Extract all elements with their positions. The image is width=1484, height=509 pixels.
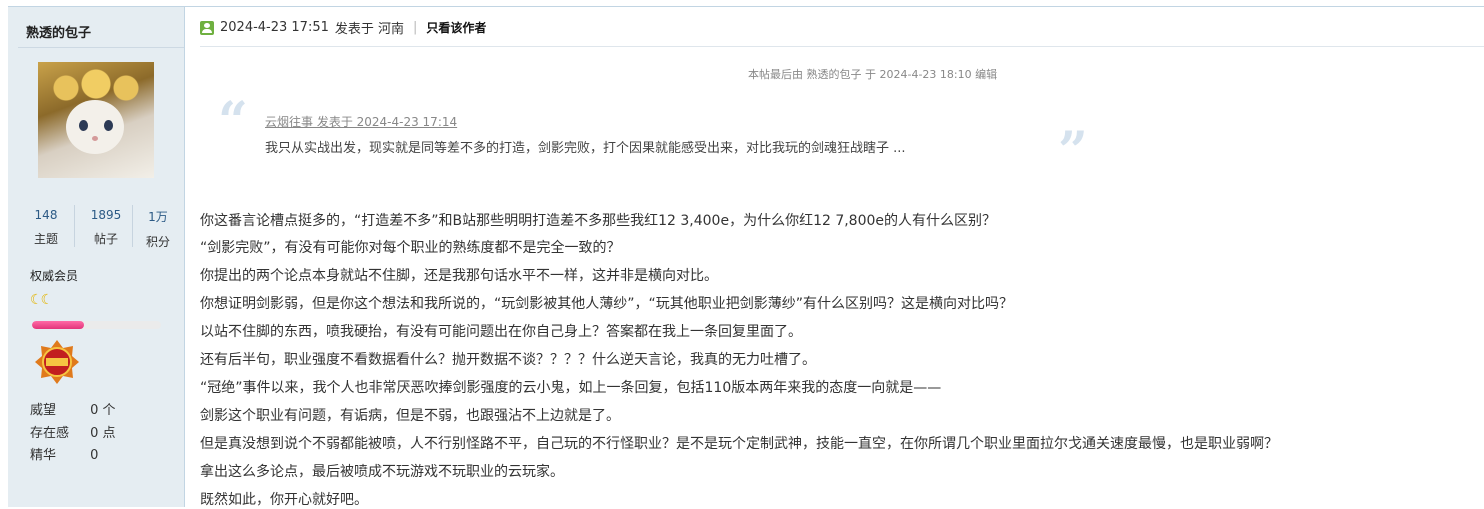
stat-threads-value: 148 xyxy=(34,208,58,222)
stat-threads-label: 主题 xyxy=(33,232,58,246)
post-line: 你这番言论槽点挺多的，“打造差不多”和B站那些明明打造差不多那些我红12 3,4… xyxy=(200,213,997,229)
info-digest-key: 精华 xyxy=(30,448,57,463)
info-digest-value: 0 xyxy=(90,448,99,463)
stat-divider xyxy=(74,205,75,247)
medal-icon[interactable] xyxy=(34,339,80,385)
post-location: 发表于 河南 xyxy=(334,22,405,37)
stat-posts-label: 帖子 xyxy=(93,232,118,246)
post-line: 你想证明剑影弱，但是你这个想法和我所说的，“玩剑影被其他人薄纱”，“玩其他职业把… xyxy=(200,296,1014,312)
quote-source-link[interactable]: 云烟往事 发表于 2024-4-23 17:14 xyxy=(265,113,457,130)
level-moons: ☾☾ xyxy=(30,292,53,308)
info-digest: 精华 0 xyxy=(30,444,98,463)
author-stats: 148 主题 1895 帖子 1万 积分 xyxy=(18,205,180,253)
post-line: 你提出的两个论点本身就站不住脚，还是我那句话水平不一样，这并非是横向对比。 xyxy=(200,268,718,284)
post-timestamp: 2024-4-23 17:51 xyxy=(220,20,329,35)
stat-posts[interactable]: 1895 帖子 xyxy=(80,205,132,253)
stat-threads[interactable]: 148 主题 xyxy=(20,205,72,253)
info-presence-value: 0 点 xyxy=(90,426,116,441)
info-prestige-key: 威望 xyxy=(30,403,57,418)
online-user-icon xyxy=(200,20,214,35)
top-border xyxy=(8,6,1484,7)
post-line: 但是真没想到说个不弱都能被喷，人不行别怪路不平，自己玩的不行怪职业？是不是玩个定… xyxy=(200,436,1278,452)
info-prestige-value: 0 个 xyxy=(90,403,116,418)
quote-open-icon: “ xyxy=(218,91,248,152)
header-divider xyxy=(200,46,1484,47)
info-presence: 存在感 0 点 xyxy=(30,422,116,441)
author-sidebar: 熟透的包子 148 主题 1895 帖子 1万 积分 权威会员 ☾☾ 威望 0 … xyxy=(8,7,185,507)
post-line: 拿出这么多论点，最后被喷成不玩游戏不玩职业的云玩家。 xyxy=(200,464,564,480)
edited-note: 本帖最后由 熟透的包子 于 2024-4-23 18:10 编辑 xyxy=(748,68,998,81)
user-group[interactable]: 权威会员 xyxy=(30,267,78,284)
author-name[interactable]: 熟透的包子 xyxy=(26,22,91,41)
divider xyxy=(18,47,184,48)
header-separator: | xyxy=(413,20,418,35)
post-line: 剑影这个职业有问题，有诟病，但是不弱，也跟强沾不上边就是了。 xyxy=(200,408,620,424)
stat-posts-value: 1895 xyxy=(90,208,122,222)
post-line: “冠绝”事件以来，我个人也非常厌恶吹捧剑影强度的云小鬼，如上一条回复，包括110… xyxy=(200,380,942,396)
stat-points[interactable]: 1万 积分 xyxy=(132,205,184,253)
post-line: 以站不住脚的东西，喷我硬抬，有没有可能问题出在你自己身上？答案都在我上一条回复里… xyxy=(200,324,802,340)
moon-icon: ☾ xyxy=(30,292,42,308)
stat-points-label: 积分 xyxy=(145,235,170,249)
avatar-eye-left xyxy=(79,120,88,131)
avatar[interactable] xyxy=(38,62,154,178)
post-line: “剑影完败”，有没有可能你对每个职业的熟练度都不是完全一致的？ xyxy=(200,240,621,256)
avatar-eye-right xyxy=(104,120,113,131)
avatar-face xyxy=(66,100,124,154)
stat-points-value: 1万 xyxy=(148,210,168,224)
post-line: 既然如此，你开心就好吧。 xyxy=(200,492,368,508)
avatar-nose xyxy=(92,136,98,141)
level-progress-bar xyxy=(32,321,161,329)
moon-icon: ☾ xyxy=(40,292,53,308)
info-presence-key: 存在感 xyxy=(30,426,70,441)
quote-close-icon: ” xyxy=(1058,121,1088,182)
info-prestige: 威望 0 个 xyxy=(30,399,116,418)
post-line: 还有后半句，职业强度不看数据看什么？抛开数据不谈？？？？什么逆天言论，我真的无力… xyxy=(200,352,816,368)
post-header: 2024-4-23 17:51 发表于 河南 | 只看该作者 xyxy=(200,18,486,37)
only-author-link[interactable]: 只看该作者 xyxy=(426,19,486,36)
quote-text: 我只从实战出发，现实就是同等差不多的打造，剑影完败，打个因果就能感受出来，对比我… xyxy=(265,141,906,156)
level-progress-fill xyxy=(32,321,84,329)
